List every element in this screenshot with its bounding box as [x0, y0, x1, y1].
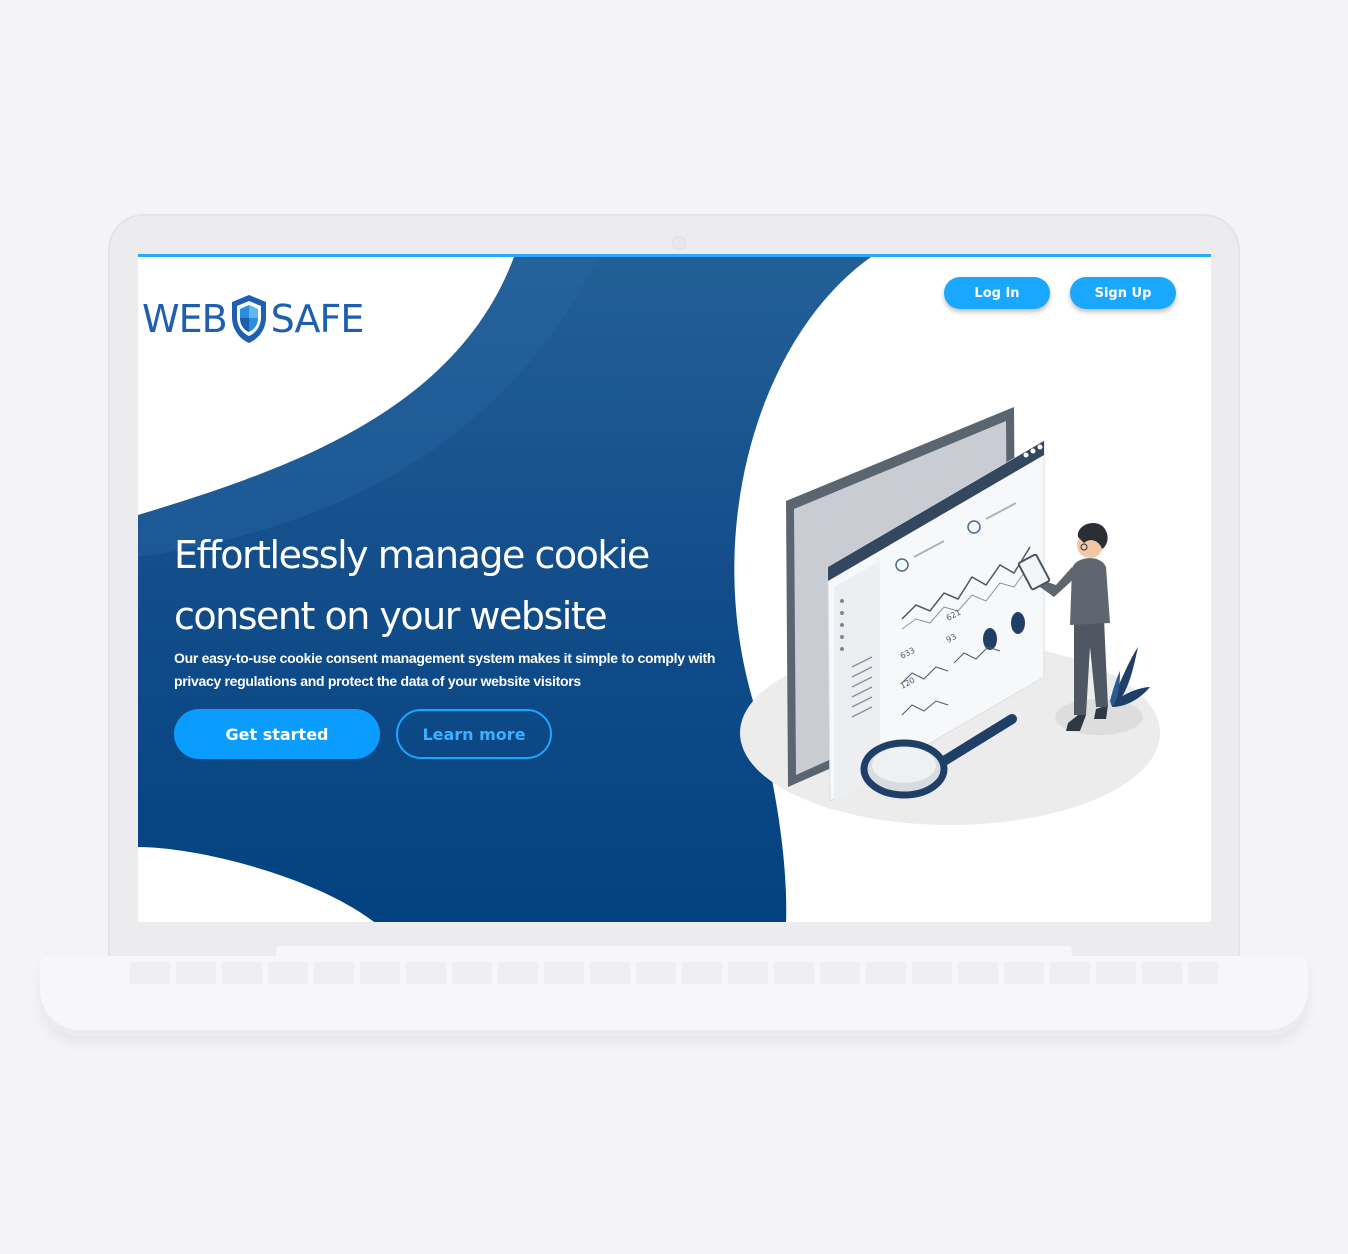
website-screen: WEB SAFE Log In Sign Up Effortlessly man…: [138, 254, 1211, 922]
login-button[interactable]: Log In: [944, 277, 1050, 309]
get-started-button[interactable]: Get started: [174, 709, 380, 759]
brand-logo[interactable]: WEB SAFE: [142, 291, 365, 347]
shield-icon: [231, 295, 266, 343]
brand-name-right: SAFE: [270, 297, 365, 341]
hero-headline: Effortlessly manage cookie consent on yo…: [174, 533, 650, 638]
brand-name-left: WEB: [142, 297, 228, 341]
learn-more-button[interactable]: Learn more: [396, 709, 552, 759]
keyboard: [130, 962, 1218, 984]
webcam: [672, 236, 686, 250]
signup-button[interactable]: Sign Up: [1070, 277, 1176, 309]
analytics-illustration: 621 633 93 120: [740, 407, 1160, 825]
hero-subtext: Our easy-to-use cookie consent managemen…: [174, 650, 716, 689]
